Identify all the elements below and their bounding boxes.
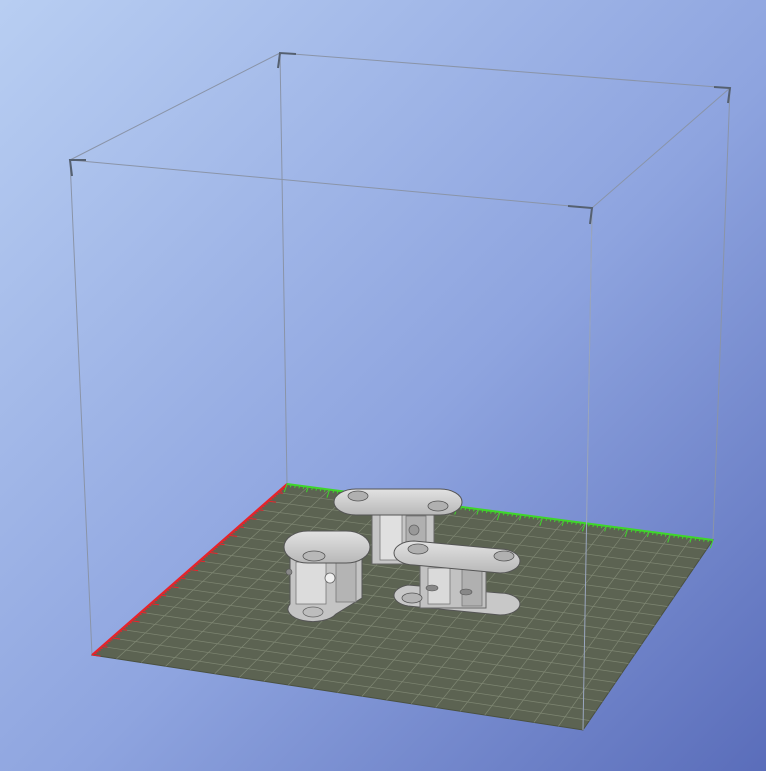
3d-viewport[interactable] — [0, 0, 766, 771]
scene-canvas[interactable] — [0, 0, 766, 771]
